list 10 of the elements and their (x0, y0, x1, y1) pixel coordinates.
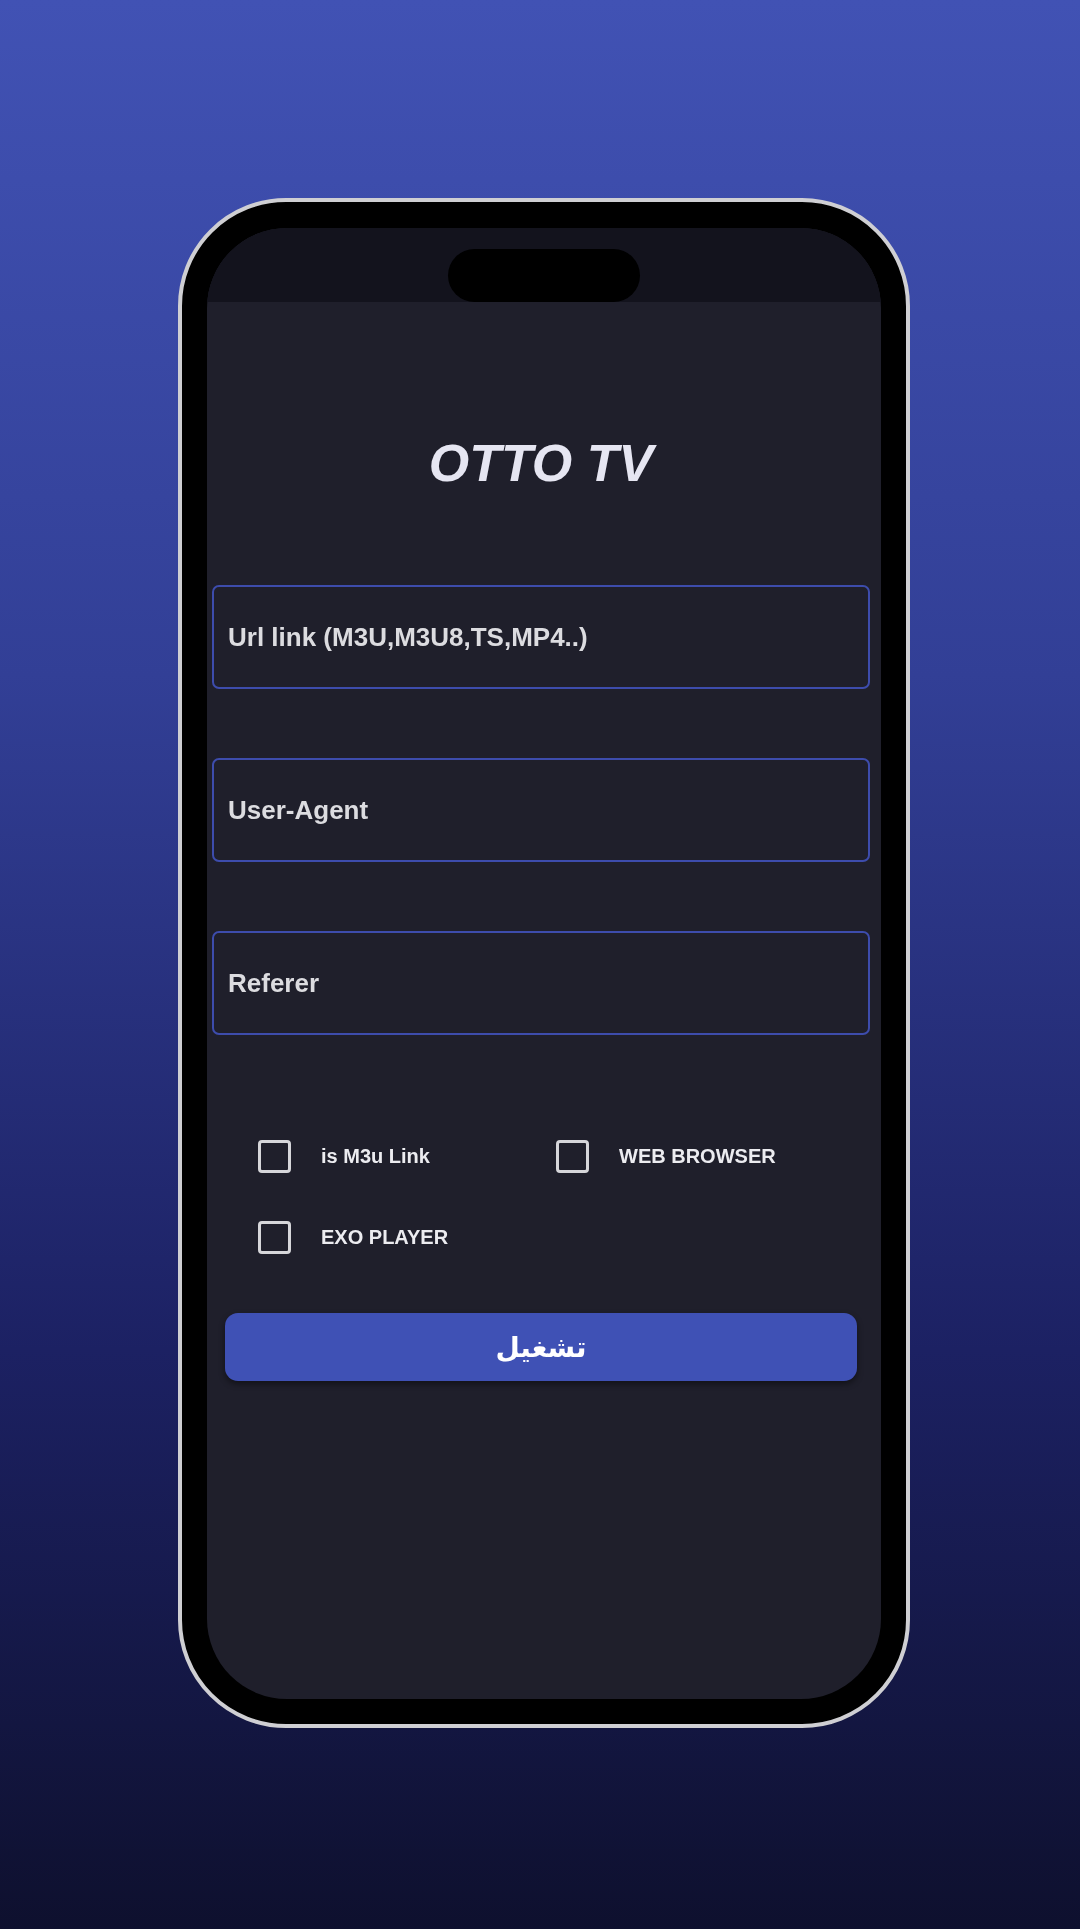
checkbox[interactable] (258, 1140, 291, 1173)
input-field[interactable]: Referer (212, 931, 870, 1035)
checkbox-label: is M3u Link (321, 1145, 430, 1168)
input-field[interactable]: User-Agent (212, 758, 870, 862)
checkbox-label: WEB BROWSER (619, 1145, 776, 1168)
play-button[interactable]: تشغيل (225, 1313, 857, 1381)
input-field[interactable]: Url link (M3U,M3U8,TS,MP4..) (212, 585, 870, 689)
checkbox-label: EXO PLAYER (321, 1226, 449, 1249)
checkbox[interactable] (556, 1140, 589, 1173)
checkbox[interactable] (258, 1221, 291, 1254)
